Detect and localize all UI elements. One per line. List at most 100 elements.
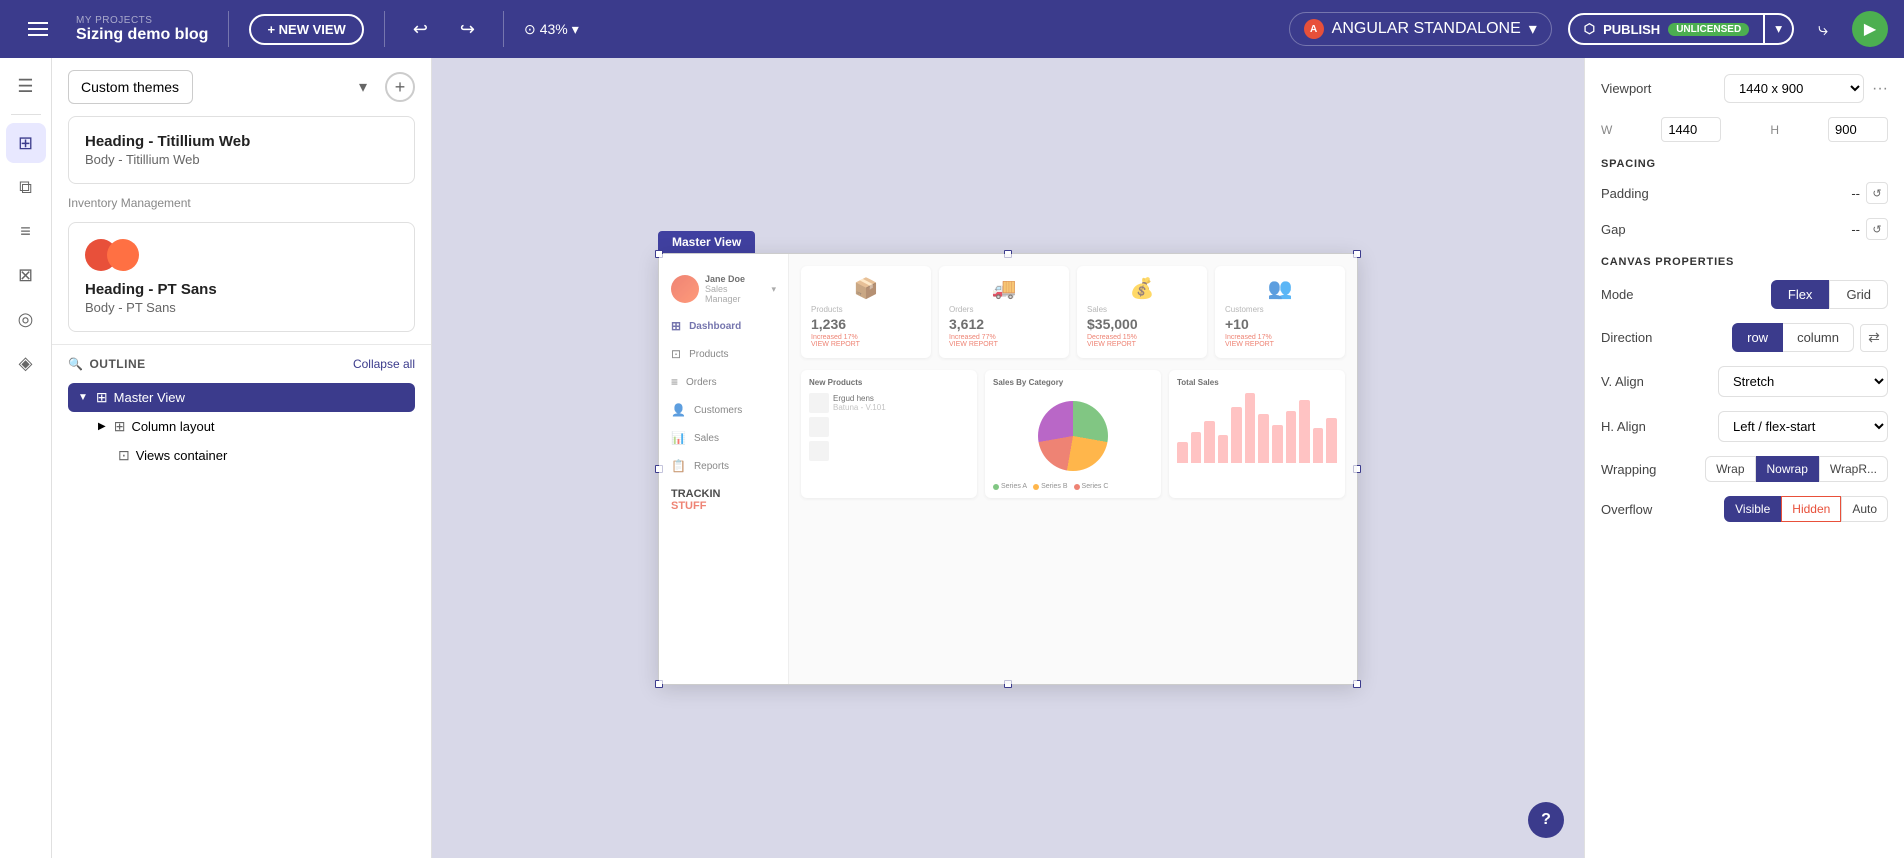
row-button[interactable]: row bbox=[1732, 323, 1783, 352]
outline-header: 🔍 OUTLINE Collapse all bbox=[68, 357, 415, 371]
wraprev-button[interactable]: WrapR... bbox=[1819, 456, 1888, 482]
theme2-body: Body - PT Sans bbox=[85, 300, 398, 315]
main-area: ☰ ⊞ ⧉ ≡ ⊠ ◎ ◈ Custom themes + Heading - … bbox=[0, 58, 1904, 858]
theme-card-1: Heading - Titillium Web Body - Titillium… bbox=[68, 116, 415, 184]
project-info: MY PROJECTS Sizing demo blog bbox=[76, 15, 208, 44]
padding-row: Padding -- ↺ bbox=[1601, 182, 1888, 204]
customers-icon: 👤 bbox=[671, 403, 686, 417]
h-label: H bbox=[1770, 123, 1779, 137]
themes-select[interactable]: Custom themes bbox=[68, 70, 193, 104]
w-input[interactable] bbox=[1661, 117, 1721, 142]
orders-card-icon: 🚚 bbox=[949, 276, 1059, 301]
mode-label: Mode bbox=[1601, 287, 1634, 302]
master-view-label: Master View bbox=[658, 231, 755, 253]
framework-label: ANGULAR STANDALONE bbox=[1332, 20, 1521, 38]
sidebar-icon-palette[interactable]: ◈ bbox=[6, 343, 46, 383]
themes-add-button[interactable]: + bbox=[385, 72, 415, 102]
overflow-label: Overflow bbox=[1601, 502, 1652, 517]
gap-reset-button[interactable]: ↺ bbox=[1866, 218, 1888, 240]
sidebar-icon-plugins[interactable]: ⊠ bbox=[6, 255, 46, 295]
framework-selector[interactable]: A ANGULAR STANDALONE ▾ bbox=[1289, 12, 1552, 46]
publish-button[interactable]: ⬡ PUBLISH UNLICENSED bbox=[1568, 13, 1765, 45]
valign-select[interactable]: Stretch bbox=[1718, 366, 1888, 397]
swap-direction-button[interactable]: ⇄ bbox=[1860, 324, 1888, 352]
zoom-value: 43% bbox=[540, 21, 568, 37]
sidebar-icon-data[interactable]: ≡ bbox=[6, 211, 46, 251]
publish-dropdown-button[interactable]: ▾ bbox=[1765, 13, 1794, 45]
project-title: Sizing demo blog bbox=[76, 26, 208, 44]
w-label: W bbox=[1601, 123, 1612, 137]
orders-icon: ≡ bbox=[671, 375, 678, 389]
publish-github-icon: ⬡ bbox=[1584, 21, 1595, 37]
zoom-control[interactable]: ⊙ 43% ▾ bbox=[524, 21, 579, 38]
theme1-body: Body - Titillium Web bbox=[85, 152, 398, 167]
grid-button[interactable]: Grid bbox=[1829, 280, 1888, 309]
themes-header: Custom themes + bbox=[68, 70, 415, 104]
preview-nav-dashboard: ⊞ Dashboard bbox=[659, 312, 788, 340]
reports-icon: 📋 bbox=[671, 459, 686, 473]
valign-label: V. Align bbox=[1601, 374, 1644, 389]
viewport-select[interactable]: 1440 x 900 bbox=[1724, 74, 1864, 103]
nowrap-button[interactable]: Nowrap bbox=[1756, 456, 1819, 482]
products-card-icon: 📦 bbox=[811, 276, 921, 301]
pie-legend: Series A Series B Series C bbox=[993, 483, 1153, 490]
preview-card-orders: 🚚 Orders 3,612 Increased 77% VIEW REPORT bbox=[939, 266, 1069, 358]
theme2-circles bbox=[85, 239, 398, 271]
padding-reset-button[interactable]: ↺ bbox=[1866, 182, 1888, 204]
column-layout-icon: ⊞ bbox=[114, 418, 126, 435]
play-button[interactable]: ▶ bbox=[1852, 11, 1888, 47]
canvas-props-title: CANVAS PROPERTIES bbox=[1601, 256, 1888, 268]
undo-button[interactable]: ↩ bbox=[405, 15, 436, 44]
preview-cards: 📦 Products 1,236 Increased 17% VIEW REPO… bbox=[801, 266, 1345, 358]
outline-item-master-view[interactable]: ▼ ⊞ Master View bbox=[68, 383, 415, 412]
framework-icon: A bbox=[1304, 19, 1324, 39]
preview-user-name: Jane Doe bbox=[705, 274, 765, 284]
wrapping-row: Wrapping Wrap Nowrap WrapR... bbox=[1601, 456, 1888, 482]
sidebar-icon-layers[interactable]: ⧉ bbox=[6, 167, 46, 207]
redo-button[interactable]: ↪ bbox=[452, 15, 483, 44]
dashboard-icon: ⊞ bbox=[671, 319, 681, 333]
flex-button[interactable]: Flex bbox=[1771, 280, 1830, 309]
help-button[interactable]: ? bbox=[1528, 802, 1564, 838]
canvas-content: Master View Jane Doe bbox=[658, 231, 1358, 685]
preview-content: Jane Doe Sales Manager ▾ ⊞ Dashboard ⊡ P… bbox=[659, 254, 1357, 684]
preview-card-products: 📦 Products 1,236 Increased 17% VIEW REPO… bbox=[801, 266, 931, 358]
halign-select[interactable]: Left / flex-start bbox=[1718, 411, 1888, 442]
viewport-label: Viewport bbox=[1601, 81, 1651, 96]
sidebar-icon-comments[interactable]: ◎ bbox=[6, 299, 46, 339]
theme2-circle2 bbox=[107, 239, 139, 271]
canvas-frame[interactable]: Jane Doe Sales Manager ▾ ⊞ Dashboard ⊡ P… bbox=[658, 253, 1358, 685]
publish-area: ⬡ PUBLISH UNLICENSED ▾ bbox=[1568, 13, 1794, 45]
wrap-button[interactable]: Wrap bbox=[1705, 456, 1755, 482]
preview-nav-sales: 📊 Sales bbox=[659, 424, 788, 452]
sidebar-divider bbox=[11, 114, 41, 115]
share-button[interactable]: ⤷ bbox=[1810, 15, 1836, 44]
hidden-button[interactable]: Hidden bbox=[1781, 496, 1841, 522]
column-button[interactable]: column bbox=[1783, 323, 1854, 352]
viewport-more-button[interactable]: ··· bbox=[1872, 80, 1888, 98]
preview-product-list: Ergud hens Batuna - V.101 bbox=[809, 393, 969, 461]
sidebar-icon-menu[interactable]: ☰ bbox=[6, 66, 46, 106]
new-view-button[interactable]: + NEW VIEW bbox=[249, 14, 363, 45]
customers-card-icon: 👥 bbox=[1225, 276, 1335, 301]
preview-user-role: Sales Manager bbox=[705, 284, 765, 304]
viewport-row: Viewport 1440 x 900 ··· bbox=[1601, 74, 1888, 103]
sidebar-icon-components[interactable]: ⊞ bbox=[6, 123, 46, 163]
separator2 bbox=[384, 11, 385, 47]
themes-select-wrap: Custom themes bbox=[68, 70, 377, 104]
hamburger-icon[interactable] bbox=[16, 14, 60, 44]
outline-item-column-layout[interactable]: ▶ ⊞ Column layout bbox=[88, 412, 415, 441]
gap-value: -- bbox=[1851, 222, 1860, 237]
pie-chart bbox=[1038, 401, 1108, 471]
h-input[interactable] bbox=[1828, 117, 1888, 142]
theme1-heading: Heading - Titillium Web bbox=[85, 133, 398, 150]
visible-button[interactable]: Visible bbox=[1724, 496, 1781, 522]
collapse-all-button[interactable]: Collapse all bbox=[353, 357, 415, 371]
preview-sidebar: Jane Doe Sales Manager ▾ ⊞ Dashboard ⊡ P… bbox=[659, 254, 789, 684]
views-container-icon: ⊡ bbox=[118, 447, 130, 464]
spacing-section-title: SPACING bbox=[1601, 158, 1888, 170]
preview-chart-total-sales: Total Sales bbox=[1169, 370, 1345, 498]
padding-label: Padding bbox=[1601, 186, 1649, 201]
outline-item-views-container[interactable]: ⊡ Views container bbox=[108, 441, 415, 470]
auto-button[interactable]: Auto bbox=[1841, 496, 1888, 522]
